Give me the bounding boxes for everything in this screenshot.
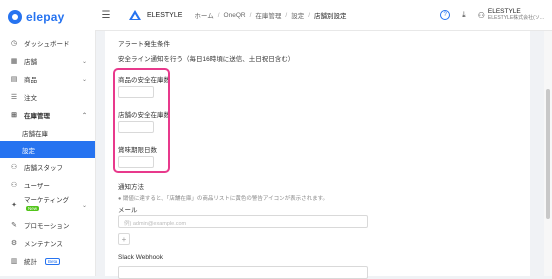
breadcrumb-settings[interactable]: 設定 [291, 10, 304, 20]
scrollbar-thumb[interactable] [546, 89, 550, 219]
sidebar-item-label: ダッシュボード [24, 41, 70, 48]
sidebar-item-label: 設定 [22, 147, 35, 155]
user-name: ELESTYLE [487, 8, 521, 15]
sidebar-item-users[interactable]: ⚇ ユーザー [0, 176, 95, 194]
user-info: ELESTYLE ELESTYLE株式会社(ソ... [488, 8, 544, 22]
slack-webhook-input[interactable] [118, 266, 368, 279]
staff-icon: ⚇ [10, 164, 18, 171]
chevron-down-icon: ⌄ [81, 58, 87, 65]
email-placeholder: 例) admin@example.com [124, 221, 187, 227]
notify-hint: ● 閾値に達すると、「店舗在庫」の商品リストに黄色の警告アイコンが表示されます。 [118, 196, 329, 202]
sidebar-item-label: 店舗在庫 [22, 130, 48, 138]
sidebar-nav: ◷ ダッシュボード ▦ 店舗 ⌄ ▤ 商品 ⌄ ☰ 注文 ⊞ 在庫管理 ⌃ 店舗… [0, 34, 95, 270]
sidebar-item-label: 店舗スタッフ [24, 165, 63, 172]
help-icon[interactable]: ? [440, 10, 451, 20]
user-icon: ⚇ [477, 10, 485, 20]
slack-webhook-label: Slack Webhook [118, 254, 164, 261]
breadcrumb-current: 店舗別設定 [314, 13, 347, 20]
chevron-up-icon: ⌃ [81, 112, 87, 119]
breadcrumb-separator: / [285, 11, 288, 19]
breadcrumb: ホーム / OneQR / 在庫管理 / 設定 / 店舗別設定 [194, 10, 347, 21]
chevron-down-icon: ⌄ [81, 76, 87, 83]
breadcrumb-home[interactable]: ホーム [194, 10, 213, 20]
breadcrumb-separator: / [217, 11, 220, 19]
add-email-button[interactable]: + [118, 233, 130, 245]
section-title: アラート発生条件 [118, 41, 170, 48]
schedule-text: 安全ライン通知を行う（毎日16時頃に送信、土日祝日含む） [118, 56, 295, 63]
sidebar-item-stores[interactable]: ▦ 店舗 ⌄ [0, 52, 95, 70]
elepay-logo-icon [8, 10, 22, 24]
logo-text: elepay [26, 10, 65, 24]
sidebar-item-store-staff[interactable]: ⚇ 店舗スタッフ [0, 158, 95, 176]
sidebar-item-maintenance[interactable]: ⚙ メンテナンス [0, 234, 95, 252]
user-menu[interactable]: ⚇ ELESTYLE ELESTYLE株式会社(ソ... [478, 8, 544, 22]
sidebar: elepay ◷ ダッシュボード ▦ 店舗 ⌄ ▤ 商品 ⌄ ☰ 注文 ⊞ 在庫… [0, 0, 96, 276]
app-logo-icon [129, 10, 141, 20]
sidebar-item-store-inventory[interactable]: 店舗在庫 [0, 124, 95, 141]
sidebar-item-marketing[interactable]: ✦ マーケティング New ⌄ [0, 194, 95, 216]
new-badge: New [26, 206, 40, 211]
sidebar-item-settings[interactable]: 設定 [0, 141, 95, 158]
beta-badge: Beta [45, 257, 61, 265]
notify-title: 通知方法 [118, 184, 144, 191]
user-icon: ⚇ [10, 182, 18, 189]
sidebar-item-promotion[interactable]: ✎ プロモーション [0, 216, 95, 234]
breadcrumb-inventory[interactable]: 在庫管理 [255, 10, 281, 20]
top-header: ☰ ELESTYLE ホーム / OneQR / 在庫管理 / 設定 / 店舗別… [95, 0, 552, 31]
sidebar-item-label: 注文 [24, 95, 37, 102]
highlight-box [113, 68, 170, 173]
header-actions: ? ⤓ ⚇ ELESTYLE ELESTYLE株式会社(ソ... [440, 0, 544, 30]
sidebar-item-label: 店舗 [24, 59, 37, 66]
download-icon[interactable]: ⤓ [462, 10, 466, 20]
sidebar-item-label: マーケティング [24, 197, 69, 204]
email-input[interactable]: 例) admin@example.com [118, 215, 368, 228]
user-company: ELESTYLE株式会社(ソ... [487, 15, 544, 21]
stats-icon: ▥ [10, 258, 18, 265]
sidebar-item-products[interactable]: ▤ 商品 ⌄ [0, 70, 95, 88]
sidebar-item-label: プロモーション [24, 223, 70, 230]
sidebar-item-orders[interactable]: ☰ 注文 [0, 88, 95, 106]
email-label: メール [118, 207, 138, 214]
sidebar-item-label: メンテナンス [24, 241, 63, 248]
order-icon: ☰ [10, 94, 18, 101]
sidebar-item-dashboard[interactable]: ◷ ダッシュボード [0, 34, 95, 52]
chevron-down-icon: ⌄ [81, 202, 87, 209]
breadcrumb-oneqr[interactable]: OneQR [224, 12, 246, 19]
sidebar-item-label: 在庫管理 [24, 113, 50, 120]
sidebar-item-stats[interactable]: ▥ 統計 Beta [0, 252, 95, 270]
breadcrumb-separator: / [249, 11, 252, 19]
store-icon: ▦ [10, 58, 18, 65]
product-icon: ▤ [10, 76, 18, 83]
menu-collapse-icon[interactable]: ☰ [95, 10, 117, 21]
sidebar-item-label: ユーザー [24, 183, 50, 190]
scrollbar[interactable] [544, 31, 552, 276]
breadcrumb-separator: / [308, 11, 311, 19]
sidebar-item-inventory[interactable]: ⊞ 在庫管理 ⌃ [0, 106, 95, 124]
marketing-label-group: マーケティング New [24, 197, 69, 213]
sidebar-item-label: 商品 [24, 77, 37, 84]
maintenance-icon: ⚙ [10, 240, 18, 247]
marketing-icon: ✦ [11, 202, 17, 209]
inventory-icon: ⊞ [11, 112, 17, 119]
sidebar-item-label: 統計 [24, 259, 37, 266]
logo[interactable]: elepay [0, 0, 95, 34]
promotion-icon: ✎ [11, 222, 17, 229]
dashboard-icon: ◷ [10, 40, 18, 47]
app-name: ELESTYLE [147, 11, 183, 19]
